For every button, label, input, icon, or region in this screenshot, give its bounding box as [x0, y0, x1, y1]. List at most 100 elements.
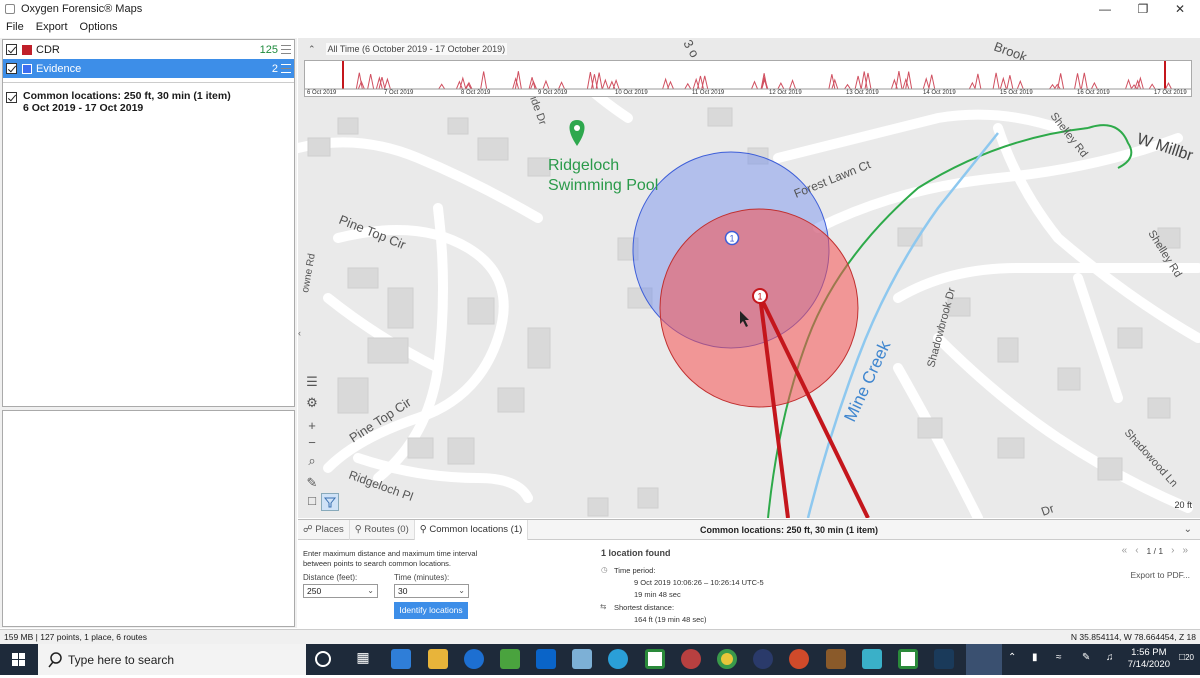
- gear-icon[interactable]: ⚙: [304, 395, 320, 411]
- list-icon[interactable]: [281, 45, 291, 54]
- app-icon[interactable]: [681, 649, 701, 669]
- street-label: Shelley Rd: [1048, 110, 1090, 159]
- timeline-spike: [1074, 73, 1082, 90]
- timeline-spike: [1049, 83, 1056, 90]
- minimize-button[interactable]: —: [1085, 0, 1125, 18]
- app-icon[interactable]: [753, 649, 773, 669]
- app-icon[interactable]: [572, 649, 592, 669]
- street-label: owne Rd: [300, 253, 318, 294]
- app-icon[interactable]: [826, 649, 846, 669]
- search-icon[interactable]: ⌕: [304, 453, 320, 469]
- panel-title: Common locations: 250 ft, 30 min (1 item…: [700, 525, 879, 535]
- map-canvas[interactable]: 1 1 Ridgeloch Swimming Pool Pine Top Cir…: [298, 38, 1200, 518]
- tab-places[interactable]: ☍ Places: [298, 519, 350, 540]
- oxygen-maps-taskbar-button[interactable]: [966, 644, 1002, 675]
- timeline-spike: [1165, 81, 1172, 90]
- chevron-up-icon[interactable]: ⌃: [1008, 652, 1016, 663]
- distance-select[interactable]: 250 ⌄: [303, 584, 378, 598]
- timeline-collapse-icon[interactable]: ⌃: [308, 44, 316, 55]
- timeline-spike: [601, 78, 609, 90]
- powerpoint-icon[interactable]: [789, 649, 809, 669]
- app-icon[interactable]: [898, 649, 918, 669]
- layer-color-swatch: [22, 44, 32, 55]
- timeline-spike: [1006, 75, 1014, 90]
- chrome-icon[interactable]: [717, 649, 737, 669]
- close-button[interactable]: ✕: [1160, 0, 1200, 18]
- select-area-icon[interactable]: □: [304, 493, 320, 509]
- menu-export[interactable]: Export: [36, 21, 68, 33]
- chevron-down-icon[interactable]: ⌄: [1184, 524, 1192, 535]
- evidence-marker[interactable]: 1: [724, 230, 740, 246]
- prev-page-button[interactable]: ‹: [1135, 545, 1138, 556]
- street-label: ide Dr: [527, 95, 548, 127]
- taskbar-search[interactable]: Type here to search: [38, 644, 306, 675]
- shortest-distance-value: 164 ft (19 min 48 sec): [634, 615, 707, 624]
- next-page-button[interactable]: ›: [1171, 545, 1174, 556]
- svg-text:1: 1: [729, 234, 734, 244]
- time-select[interactable]: 30 ⌄: [394, 584, 469, 598]
- time-period-label: Time period:: [614, 566, 656, 575]
- file-explorer-icon[interactable]: [428, 649, 448, 669]
- list-icon[interactable]: [281, 64, 291, 73]
- layer-row-cdr[interactable]: CDR 125: [3, 40, 294, 59]
- entry-checkbox[interactable]: [6, 92, 17, 103]
- timeline-date-label: 12 Oct 2019: [769, 90, 802, 96]
- timeline-histogram: 6 Oct 2019 7 Oct 2019 8 Oct 2019 9 Oct 2019…: [305, 61, 1191, 96]
- layer-row-evidence[interactable]: Evidence 2: [3, 59, 294, 78]
- collapse-left-panel-icon[interactable]: ‹: [298, 328, 301, 338]
- battery-icon[interactable]: ▮: [1032, 652, 1038, 663]
- cdr-marker[interactable]: 1: [752, 288, 768, 304]
- layers-list: CDR 125 Evidence 2 Common locations: 250…: [2, 39, 295, 407]
- identify-locations-button[interactable]: Identify locations: [394, 602, 468, 619]
- cortana-icon[interactable]: [315, 651, 331, 667]
- timeline-spike: [696, 75, 704, 90]
- status-coordinates: N 35.854114, W 78.664454, Z 18: [1070, 632, 1196, 642]
- clock-time: 1:56 PM: [1131, 647, 1167, 658]
- menu-options[interactable]: Options: [80, 21, 118, 33]
- timeline-date-label: 14 Oct 2019: [923, 90, 956, 96]
- pen-icon[interactable]: ✎: [1082, 652, 1090, 663]
- zoom-in-button[interactable]: +: [304, 418, 320, 434]
- timeline-spike: [383, 77, 391, 90]
- volume-icon[interactable]: ♫: [1106, 652, 1114, 663]
- map-scale: 20 ft: [1174, 500, 1192, 510]
- start-button[interactable]: [0, 644, 38, 675]
- telegram-icon[interactable]: [608, 649, 628, 669]
- tab-routes[interactable]: ⚲ Routes (0): [350, 519, 415, 540]
- chevron-down-icon: ⌄: [458, 586, 465, 595]
- app-icon[interactable]: [645, 649, 665, 669]
- poi-pin-icon[interactable]: [569, 120, 585, 146]
- page-indicator: 1 / 1: [1146, 545, 1164, 556]
- notifications-icon[interactable]: □20: [1179, 652, 1194, 663]
- first-page-button[interactable]: «: [1122, 545, 1128, 556]
- timeline-date-label: 16 Oct 2019: [1077, 90, 1110, 96]
- maximize-button[interactable]: ❐: [1123, 0, 1163, 18]
- task-view-icon[interactable]: ▦: [353, 649, 373, 669]
- menu-file[interactable]: File: [6, 21, 24, 33]
- tab-common-locations[interactable]: ⚲ Common locations (1): [414, 519, 529, 540]
- app-icon[interactable]: [862, 649, 882, 669]
- timeline-spike: [777, 82, 785, 90]
- last-page-button[interactable]: »: [1182, 545, 1188, 556]
- edge-icon[interactable]: [464, 649, 484, 669]
- common-location-entry[interactable]: Common locations: 250 ft, 30 min (1 item…: [3, 82, 294, 114]
- outlook-icon[interactable]: [536, 649, 556, 669]
- timeline-chart[interactable]: 6 Oct 2019 7 Oct 2019 8 Oct 2019 9 Oct 2019…: [304, 60, 1192, 97]
- taskbar-clock[interactable]: 1:56 PM 7/14/2020: [1128, 647, 1170, 671]
- layer-label: Evidence: [36, 62, 82, 75]
- ruler-icon[interactable]: ✎: [304, 475, 320, 491]
- taskbar: Type here to search ▦ ⌃ ▮ ≈ ✎ ♫ 1:56 PM …: [0, 644, 1200, 675]
- title-bar: Oxygen Forensic® Maps — ❐ ✕: [0, 0, 1200, 18]
- wifi-icon[interactable]: ≈: [1056, 652, 1062, 663]
- layer-checkbox[interactable]: [6, 63, 17, 74]
- app-icon[interactable]: [934, 649, 954, 669]
- filter-icon[interactable]: [321, 493, 339, 511]
- shield-icon[interactable]: [500, 649, 520, 669]
- mail-icon[interactable]: [391, 649, 411, 669]
- poi-name-line1: Ridgeloch: [548, 157, 619, 174]
- map-area[interactable]: 1 1 Ridgeloch Swimming Pool Pine Top Cir…: [298, 38, 1200, 518]
- zoom-out-button[interactable]: −: [304, 435, 320, 451]
- layer-checkbox[interactable]: [6, 44, 17, 55]
- export-pdf-button[interactable]: Export to PDF...: [1130, 570, 1190, 580]
- layers-icon[interactable]: ☰: [304, 374, 320, 390]
